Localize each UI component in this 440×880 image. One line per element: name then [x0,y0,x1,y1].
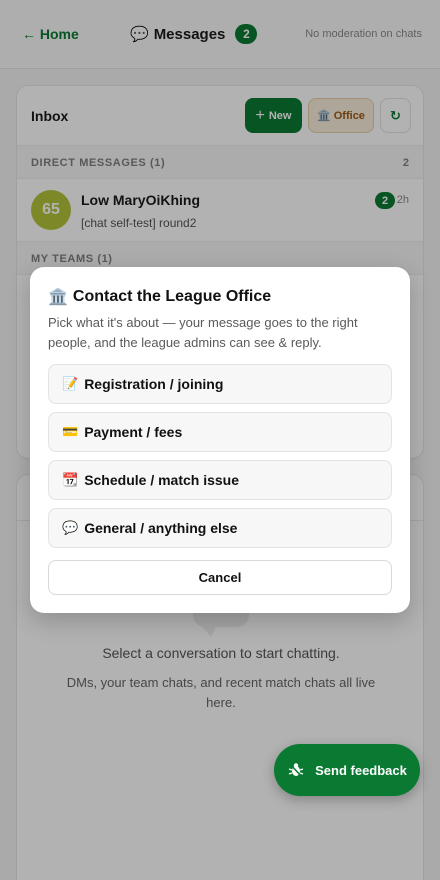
dialog-title-text: Contact the League Office [72,288,272,305]
option-label: General / anything else [84,520,238,536]
option-label: Payment / fees [84,424,183,440]
option-label: Schedule / match issue [84,472,240,488]
send-feedback-label: Send feedback [315,762,407,778]
building-icon: 🏛️ [48,289,68,306]
dialog-description: Pick what it's about — your message goes… [48,315,358,350]
credit-card-icon: 💳 [62,424,79,439]
contact-office-dialog: 🏛️ Contact the League Office Pick what i… [30,267,410,613]
speech-bubble-icon: 💬 [62,520,79,535]
bug-icon [287,761,305,779]
option-general-button[interactable]: 💬 General / anything else [48,508,392,548]
option-registration-button[interactable]: 📝 Registration / joining [48,364,392,404]
send-feedback-button[interactable]: Send feedback [274,744,420,796]
option-label: Registration / joining [84,376,224,392]
option-payment-button[interactable]: 💳 Payment / fees [48,412,392,452]
option-schedule-button[interactable]: 📆 Schedule / match issue [48,460,392,500]
calendar-icon: 📆 [62,472,79,487]
dialog-title: 🏛️ Contact the League Office [48,287,271,307]
memo-icon: 📝 [62,376,79,391]
cancel-button[interactable]: Cancel [48,560,392,595]
